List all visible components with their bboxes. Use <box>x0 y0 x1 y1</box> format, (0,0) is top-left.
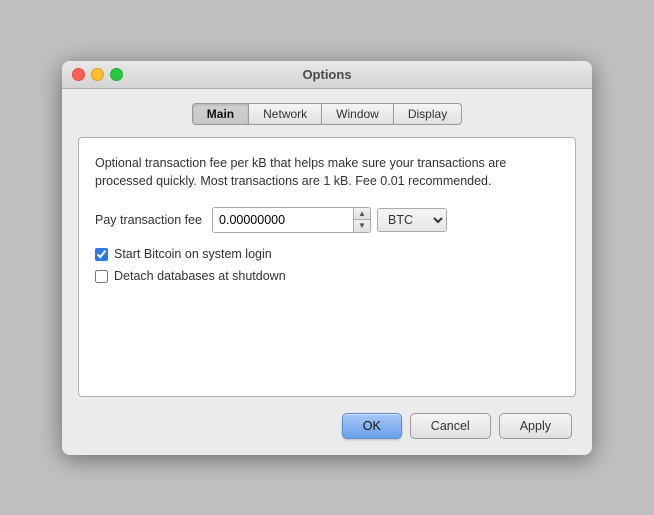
button-row: OK Cancel Apply <box>78 413 576 439</box>
fee-label: Pay transaction fee <box>95 213 202 227</box>
fee-input-wrapper: ▲ ▼ <box>212 207 371 233</box>
maximize-button[interactable] <box>110 68 123 81</box>
detach-db-label: Detach databases at shutdown <box>114 269 286 283</box>
tab-window[interactable]: Window <box>322 103 394 125</box>
currency-select[interactable]: BTC mBTC μBTC <box>377 208 447 232</box>
window-title: Options <box>302 67 351 82</box>
minimize-button[interactable] <box>91 68 104 81</box>
cancel-button[interactable]: Cancel <box>410 413 491 439</box>
title-bar: Options <box>62 61 592 89</box>
start-login-checkbox[interactable] <box>95 248 108 261</box>
fee-increment-button[interactable]: ▲ <box>354 208 370 220</box>
checkbox-detach-db: Detach databases at shutdown <box>95 269 559 283</box>
fee-row: Pay transaction fee ▲ ▼ BTC mBTC μBTC <box>95 207 559 233</box>
description-text: Optional transaction fee per kB that hel… <box>95 154 559 192</box>
tab-network[interactable]: Network <box>249 103 322 125</box>
apply-button[interactable]: Apply <box>499 413 572 439</box>
fee-input[interactable] <box>213 208 353 232</box>
fee-decrement-button[interactable]: ▼ <box>354 220 370 232</box>
content-panel: Optional transaction fee per kB that hel… <box>78 137 576 397</box>
tab-bar: Main Network Window Display <box>78 103 576 125</box>
close-button[interactable] <box>72 68 85 81</box>
tab-display[interactable]: Display <box>394 103 462 125</box>
detach-db-checkbox[interactable] <box>95 270 108 283</box>
tab-main[interactable]: Main <box>192 103 249 125</box>
checkbox-start-login: Start Bitcoin on system login <box>95 247 559 261</box>
fee-spinner: ▲ ▼ <box>353 208 370 232</box>
ok-button[interactable]: OK <box>342 413 402 439</box>
start-login-label: Start Bitcoin on system login <box>114 247 272 261</box>
traffic-lights <box>72 68 123 81</box>
window-body: Main Network Window Display Optional tra… <box>62 89 592 455</box>
options-window: Options Main Network Window Display Opti… <box>62 61 592 455</box>
